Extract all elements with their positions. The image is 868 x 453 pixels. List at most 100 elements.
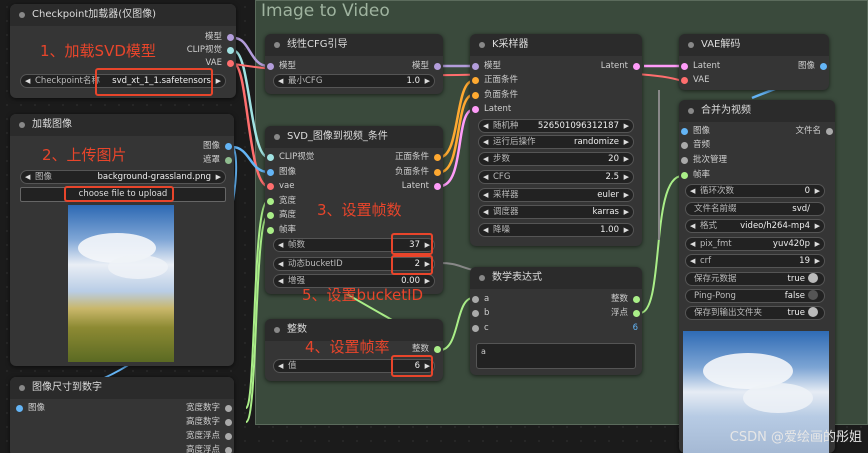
widget-control-after[interactable]: ◀ 运行后操作 randomize ▶	[478, 135, 634, 149]
input-positive[interactable]: 正面条件	[470, 74, 540, 87]
node-title: SVD_图像到视频_条件	[265, 126, 443, 148]
output-width-float[interactable]: 宽度浮点	[144, 430, 234, 443]
input-image[interactable]: 图像	[14, 402, 94, 415]
arrow-left-icon: ◀	[483, 138, 489, 146]
output-filenames[interactable]: 文件名	[765, 125, 835, 138]
widget-image-select[interactable]: ◀ 图像 background-grassland.png ▶	[20, 170, 226, 184]
arrow-right-icon: ▶	[814, 257, 820, 265]
widget-save-metadata[interactable]: 保存元数据 true	[685, 272, 825, 286]
widget-loop-count[interactable]: ◀ 循环次数 0 ▶	[685, 184, 825, 198]
input-image[interactable]: 图像	[265, 166, 335, 179]
arrow-right-icon: ▶	[814, 187, 820, 195]
arrow-left-icon: ◀	[278, 260, 284, 268]
annotation-set-fps: 4、设置帧率	[305, 338, 390, 356]
node-title: VAE解码	[679, 34, 829, 56]
node-cfg-guide[interactable]: 线性CFG引导 模型 模型 ◀ 最小CFG 1.0 ▶	[265, 34, 443, 94]
input-fps[interactable]: 帧率	[265, 224, 335, 237]
highlight-checkpoint	[95, 68, 213, 96]
node-title: 线性CFG引导	[265, 34, 443, 56]
watermark: CSDN @爱绘画的彤姐	[729, 430, 862, 445]
highlight-bucket	[391, 255, 433, 275]
output-float[interactable]: 浮点	[582, 307, 642, 320]
toggle-on-icon	[808, 273, 818, 283]
widget-cfg[interactable]: ◀ CFG 2.5 ▶	[478, 170, 634, 184]
input-c[interactable]: c	[470, 322, 510, 335]
widget-filename-prefix[interactable]: 文件名前缀 svd/	[685, 202, 825, 216]
arrow-left-icon: ◀	[483, 155, 489, 163]
widget-sampler[interactable]: ◀ 采样器 euler ▶	[478, 188, 634, 202]
wire-image-svd	[231, 145, 269, 174]
widget-crf[interactable]: ◀ crf 19 ▶	[685, 254, 825, 268]
node-image-to-number[interactable]: 图像尺寸到数字 图像 宽度数字 高度数字 宽度浮点 高度浮点	[10, 377, 234, 453]
input-vae[interactable]: vae	[265, 180, 335, 193]
node-title: Checkpoint加载器(仅图像)	[10, 4, 236, 26]
input-a[interactable]: a	[470, 293, 510, 306]
arrow-left-icon: ◀	[278, 362, 284, 370]
node-math-expression[interactable]: 数学表达式 a b c 整数 浮点 6 a	[470, 267, 642, 375]
output-width-int[interactable]: 宽度数字	[144, 402, 234, 415]
wire-float-fps	[639, 175, 683, 314]
input-audio[interactable]: 音频	[679, 139, 749, 152]
output-negative[interactable]: 负面条件	[363, 166, 443, 179]
output-image[interactable]: 图像	[164, 140, 234, 153]
node-title: 加载图像	[10, 114, 234, 136]
output-integer[interactable]: 整数	[582, 293, 642, 306]
widget-ping-pong[interactable]: Ping-Pong false	[685, 289, 825, 303]
output-clip-vision[interactable]: CLIP视觉	[156, 44, 236, 57]
node-canvas[interactable]: Image to Video Checkpoint加载器(仅图像) 模型 CLI…	[0, 0, 868, 453]
arrow-left-icon: ◀	[690, 257, 696, 265]
input-model[interactable]: 模型	[470, 60, 540, 73]
widget-pix-fmt[interactable]: ◀ pix_fmt yuv420p ▶	[685, 237, 825, 251]
widget-denoise[interactable]: ◀ 降噪 1.00 ▶	[478, 223, 634, 237]
arrow-left-icon: ◀	[25, 77, 31, 85]
node-ksampler[interactable]: K采样器 模型 正面条件 负面条件 Latent Latent ◀ 随机种 5265…	[470, 34, 642, 246]
input-model[interactable]: 模型	[265, 60, 325, 73]
annotation-load-model: 1、加载SVD模型	[40, 42, 156, 60]
input-latent[interactable]: Latent	[679, 60, 739, 73]
arrow-left-icon: ◀	[278, 277, 284, 285]
input-clip-vision[interactable]: CLIP视觉	[265, 151, 335, 164]
output-latent[interactable]: Latent	[363, 180, 443, 193]
output-positive[interactable]: 正面条件	[363, 151, 443, 164]
input-batch-manager[interactable]: 批次管理	[679, 154, 749, 167]
input-images[interactable]: 图像	[679, 125, 749, 138]
widget-steps[interactable]: ◀ 步数 20 ▶	[478, 152, 634, 166]
output-height-float[interactable]: 高度浮点	[144, 444, 234, 453]
widget-save-output[interactable]: 保存到输出文件夹 true	[685, 306, 825, 320]
output-image[interactable]: 图像	[769, 60, 829, 73]
output-mask[interactable]: 遮罩	[164, 154, 234, 167]
arrow-right-icon: ▶	[623, 138, 629, 146]
node-title: 合并为视频	[679, 100, 835, 122]
wire-int-math	[439, 297, 474, 351]
arrow-left-icon: ◀	[483, 208, 489, 216]
node-video-combine[interactable]: 合并为视频 图像 音频 批次管理 帧率 文件名 ◀ 循环次数 0 ▶ 文件名前缀 svd…	[679, 100, 835, 453]
annotation-set-bucket: 5、设置bucketID	[302, 286, 424, 304]
node-title: K采样器	[470, 34, 642, 56]
annotation-set-frames: 3、设置帧数	[317, 201, 402, 219]
output-model[interactable]: 模型	[383, 60, 443, 73]
output-model[interactable]: 模型	[156, 31, 236, 44]
input-latent[interactable]: Latent	[470, 103, 540, 116]
c-value: 6	[632, 323, 638, 333]
widget-min-cfg[interactable]: ◀ 最小CFG 1.0 ▶	[273, 74, 435, 88]
input-frame-rate[interactable]: 帧率	[679, 169, 749, 182]
output-height-int[interactable]: 高度数字	[144, 416, 234, 429]
input-negative[interactable]: 负面条件	[470, 89, 540, 102]
arrow-left-icon: ◀	[278, 241, 284, 249]
input-vae[interactable]: VAE	[679, 74, 739, 87]
widget-format[interactable]: ◀ 格式 video/h264-mp4 ▶	[685, 219, 825, 233]
arrow-left-icon: ◀	[278, 77, 284, 85]
arrow-right-icon: ▶	[623, 173, 629, 181]
arrow-right-icon: ▶	[623, 122, 629, 130]
wire-model-checkpoint-cfg	[233, 36, 269, 68]
input-b[interactable]: b	[470, 307, 510, 320]
arrow-right-icon: ▶	[623, 208, 629, 216]
widget-seed[interactable]: ◀ 随机种 526501096312187 ▶	[478, 119, 634, 133]
node-vae-decode[interactable]: VAE解码 Latent VAE 图像	[679, 34, 829, 90]
widget-scheduler[interactable]: ◀ 调度器 karras ▶	[478, 205, 634, 219]
expression-textarea[interactable]: a	[476, 343, 636, 369]
arrow-right-icon: ▶	[215, 77, 221, 85]
arrow-left-icon: ◀	[483, 191, 489, 199]
image-preview	[68, 205, 174, 362]
output-latent[interactable]: Latent	[572, 60, 642, 73]
